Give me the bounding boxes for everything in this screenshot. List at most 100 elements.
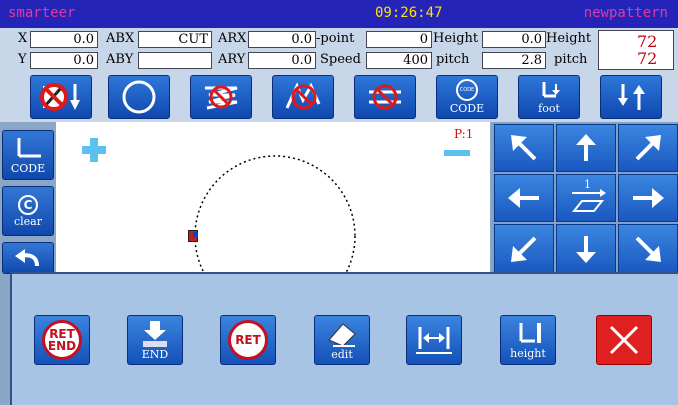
ret-icon: RET <box>228 320 268 360</box>
ret-end-icon: RET END <box>42 320 82 360</box>
needle-position-dot <box>193 232 198 237</box>
app-name: smarteer <box>8 5 76 21</box>
end-button[interactable]: END <box>127 315 183 365</box>
height-label-2: Height <box>546 31 592 46</box>
close-button[interactable] <box>596 315 652 365</box>
no-zigzag-icon <box>205 85 238 110</box>
pitch-label-1: pitch <box>436 52 470 67</box>
x-field[interactable]: 0.0 <box>30 31 98 48</box>
move-down-left-button[interactable] <box>494 224 554 274</box>
move-up-right-button[interactable] <box>618 124 678 172</box>
no-offset-icon <box>369 84 401 110</box>
height-label: height <box>510 346 546 360</box>
aby-field[interactable] <box>138 52 212 69</box>
height-pitch-display: 72 72 <box>598 30 674 70</box>
aby-label: ABY <box>106 52 134 67</box>
arx-label: ARX <box>218 31 247 46</box>
step-forward-button[interactable]: 1 <box>556 174 616 222</box>
step-icon: 1 <box>564 178 608 215</box>
point-field[interactable]: 0 <box>366 31 432 48</box>
presser-foot-button[interactable]: foot <box>518 75 580 119</box>
parameter-panel: X 0.0 Y 0.0 ABX CUT ABY ARX 0.0 ARY 0.0 … <box>0 28 678 73</box>
ary-label: ARY <box>218 52 246 67</box>
ary-field[interactable]: 0.0 <box>248 52 316 69</box>
abx-field[interactable]: CUT <box>138 31 212 48</box>
width-arrows-icon <box>416 327 452 354</box>
clear-label: clear <box>13 214 42 228</box>
speed-field[interactable]: 400 <box>366 52 432 69</box>
undo-icon <box>15 249 39 267</box>
title-bar: smarteer 09:26:47 newpattern <box>0 0 678 28</box>
foot-label: foot <box>538 101 560 115</box>
edit-label: edit <box>331 347 353 361</box>
pitch-value-2: 72 <box>637 49 658 68</box>
code-button[interactable]: CODE CODE <box>436 75 498 119</box>
no-stitch-icon <box>40 83 80 111</box>
delete-line-button[interactable] <box>272 75 334 119</box>
height-button[interactable]: height <box>500 315 556 365</box>
code-icon-label: CODE <box>459 87 475 93</box>
move-down-button[interactable] <box>556 224 616 274</box>
height-label-1: Height <box>433 31 479 46</box>
move-right-button[interactable] <box>618 174 678 222</box>
arrow-down-right-icon <box>635 236 661 262</box>
edit-button[interactable]: edit <box>314 315 370 365</box>
height-field-1[interactable]: 0.0 <box>482 31 546 48</box>
pitch-field-1[interactable]: 2.8 <box>482 52 546 69</box>
move-up-button[interactable] <box>556 124 616 172</box>
code-icon: CODE <box>456 79 478 101</box>
copyright-icon: C <box>18 194 38 215</box>
pitch-label-2: pitch <box>554 52 588 67</box>
delete-stitch-button[interactable] <box>30 75 92 119</box>
circle-tool-button[interactable] <box>108 75 170 119</box>
x-label: X <box>18 31 28 46</box>
pattern-canvas[interactable]: P:1 <box>56 122 490 282</box>
no-line-icon <box>285 82 321 110</box>
delete-offset-button[interactable] <box>354 75 416 119</box>
move-left-button[interactable] <box>494 174 554 222</box>
foot-icon <box>542 81 560 97</box>
close-icon <box>609 325 639 355</box>
circle-pattern <box>194 155 356 282</box>
page-indicator: P:1 <box>454 127 474 141</box>
arrow-down-icon <box>576 236 596 263</box>
height-icon <box>519 322 541 343</box>
eraser-icon <box>328 322 356 347</box>
code-side-label: CODE <box>10 161 46 175</box>
arrow-up-left-icon <box>511 135 537 161</box>
move-up-left-button[interactable] <box>494 124 554 172</box>
needle-up-icon <box>618 84 645 110</box>
stitch-width-button[interactable] <box>406 315 462 365</box>
undo-button[interactable] <box>2 242 54 274</box>
end-download-icon <box>143 320 167 347</box>
point-label: -point <box>316 31 355 46</box>
pattern-name: newpattern <box>583 5 668 21</box>
ret-button[interactable]: RET <box>220 315 276 365</box>
arx-field[interactable]: 0.0 <box>248 31 316 48</box>
zoom-bar-icon[interactable] <box>444 150 470 156</box>
code-side-icon <box>17 137 41 157</box>
delete-zigzag-button[interactable] <box>190 75 252 119</box>
ret-end-button[interactable]: RET END <box>34 315 90 365</box>
y-label: Y <box>18 52 27 67</box>
bottom-dialog: RET END END RET edit height <box>10 272 678 405</box>
needle-up-button[interactable] <box>600 75 662 119</box>
direction-pad: 1 <box>492 122 678 274</box>
origin-marker-icon <box>82 138 106 162</box>
clock: 09:26:47 <box>375 5 443 21</box>
code-side-button[interactable]: CODE <box>2 130 54 180</box>
toolbar: CODE CODE foot <box>0 72 678 122</box>
circle-icon <box>122 80 156 114</box>
arrow-right-icon <box>633 188 664 208</box>
code-label: CODE <box>449 102 485 115</box>
arrow-up-right-icon <box>635 135 661 161</box>
arrow-down-left-icon <box>511 236 537 262</box>
ret-end-bottom-label: END <box>47 339 77 353</box>
arrow-up-icon <box>576 134 596 161</box>
arrow-left-icon <box>508 188 539 208</box>
speed-label: Speed <box>320 52 361 67</box>
end-label: END <box>141 347 169 361</box>
move-down-right-button[interactable] <box>618 224 678 274</box>
clear-button[interactable]: C clear <box>2 186 54 236</box>
y-field[interactable]: 0.0 <box>30 52 98 69</box>
